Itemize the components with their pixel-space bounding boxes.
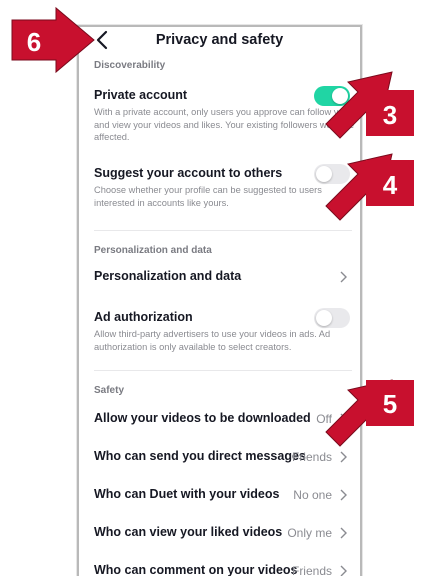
section-header-safety: Safety [94, 385, 125, 396]
safety-row-label: Who can comment on your videos [94, 563, 298, 576]
top-bar: Privacy and safety [79, 27, 360, 55]
callout-arrow-6: 6 [11, 6, 95, 74]
toggle-knob [316, 310, 332, 326]
chevron-right-icon [340, 489, 347, 501]
callout-arrow-4: 4 [325, 153, 414, 221]
chevron-right-icon [340, 527, 347, 539]
section-header-discoverability: Discoverability [94, 60, 166, 71]
safety-row-label: Allow your videos to be downloaded [94, 411, 311, 425]
chevron-right-icon [340, 565, 347, 576]
page-title: Privacy and safety [155, 32, 284, 48]
safety-row-label: Who can send you direct messages [94, 449, 306, 463]
personalization-and-data-label: Personalization and data [94, 269, 242, 283]
privacy-safety-screen: Privacy and safety Discoverability Priva… [77, 25, 362, 576]
callout-number: 3 [383, 100, 397, 130]
safety-row-label: Who can view your liked videos [94, 525, 283, 539]
callout-arrow-3: 3 [325, 71, 414, 139]
callout-arrow-5: 5 [325, 379, 414, 447]
chevron-right-icon [340, 271, 347, 283]
safety-row-value: Only me [287, 526, 332, 540]
safety-row-label: Who can Duet with your videos [94, 487, 280, 501]
callout-number: 6 [27, 27, 41, 57]
section-header-personalization: Personalization and data [94, 245, 212, 256]
safety-row-value: No one [293, 488, 332, 502]
private-account-description: With a private account, only users you a… [94, 107, 355, 142]
callout-number: 4 [383, 170, 398, 200]
section-divider [94, 370, 352, 371]
safety-row-value: Friends [291, 564, 332, 576]
section-divider [94, 230, 352, 231]
ad-authorization-description: Allow third-party advertisers to use you… [94, 329, 331, 352]
suggest-account-label: Suggest your account to others [94, 166, 283, 180]
suggest-account-description: Choose whether your profile can be sugge… [94, 185, 322, 208]
ad-authorization-toggle[interactable] [314, 308, 350, 328]
ad-authorization-label: Ad authorization [94, 310, 193, 324]
private-account-label: Private account [94, 88, 188, 102]
callout-number: 5 [383, 389, 397, 419]
